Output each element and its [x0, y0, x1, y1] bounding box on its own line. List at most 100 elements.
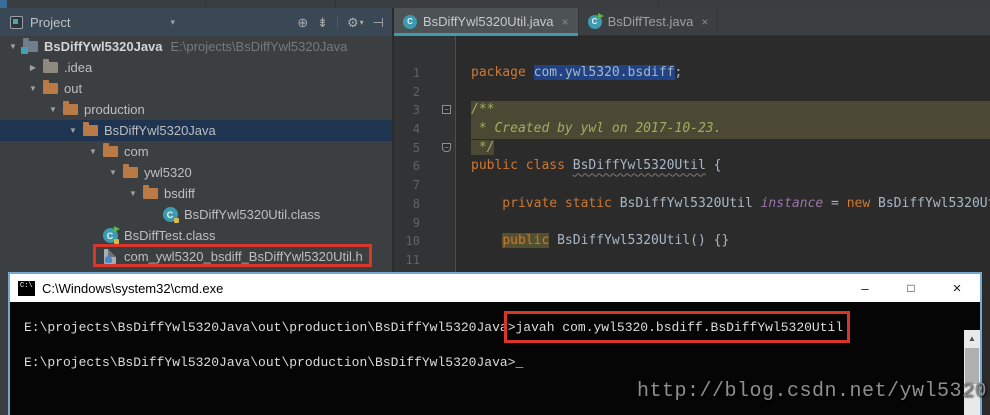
code-line-4: 4 * Created by ywl on 2017-10-23.: [394, 120, 990, 139]
line-number: 7: [412, 178, 420, 193]
highlighted-word: public: [502, 233, 550, 249]
tree-item-bsdiffywl5320java-selected[interactable]: ▼ BsDiffYwl5320Java: [0, 120, 392, 141]
minimize-button[interactable]: –: [842, 274, 888, 302]
cmd-prompt-line: E:\projects\BsDiffYwl5320Java\out\produc…: [24, 355, 524, 370]
tree-item-label: .idea: [64, 60, 93, 75]
terminal-cursor: _: [515, 355, 524, 370]
tree-item-production[interactable]: ▼ production: [0, 99, 392, 120]
runnable-class-file-icon: C: [587, 12, 604, 29]
editor-tab-bar: C BsDiffYwl5320Util.java × C BsDiffTest.…: [394, 8, 990, 36]
tree-item-out[interactable]: ▼ out: [0, 78, 392, 99]
tree-item-ywl5320[interactable]: ▼ ywl5320: [0, 162, 392, 183]
toolbar-separator: [205, 0, 206, 8]
folder-icon: [42, 59, 58, 73]
header-file-icon: [104, 249, 116, 264]
cmd-app-icon: C:\: [18, 280, 35, 296]
code-line-5: 5 − */: [394, 139, 990, 158]
expand-arrow-icon[interactable]: ▼: [124, 189, 142, 198]
line-number: 1: [412, 66, 420, 80]
collapse-all-icon[interactable]: ⇟: [317, 16, 328, 29]
tree-item-label: bsdiff: [164, 186, 195, 201]
close-button[interactable]: ×: [934, 274, 980, 302]
scroll-up-icon[interactable]: ▲: [964, 330, 980, 346]
tree-item-label: BsDiffYwl5320Java: [44, 39, 163, 54]
project-root-folder-icon: [20, 38, 38, 54]
expand-arrow-icon[interactable]: ▼: [104, 168, 122, 177]
collapse-arrow-icon[interactable]: ▶: [24, 63, 42, 72]
tree-item-label: BsDiffYwl5320Util.class: [184, 207, 321, 222]
code-line-2: 2: [394, 83, 990, 102]
tree-item-com[interactable]: ▼ com: [0, 141, 392, 162]
hide-panel-icon[interactable]: ⊣: [373, 16, 384, 29]
tree-item-path: E:\projects\BsDiffYwl5320Java: [170, 39, 348, 54]
line-number: 8: [412, 196, 420, 211]
watermark-text: http://blog.csdn.net/ywl5320: [636, 380, 987, 403]
scrollbar-thumb[interactable]: [965, 348, 979, 384]
project-view-icon: [10, 15, 23, 29]
selected-text: com.ywl5320.bsdiff: [533, 65, 675, 80]
tree-item-label: BsDiffYwl5320Java: [104, 123, 216, 138]
cmd-output-line: E:\projects\BsDiffYwl5320Java\out\produc…: [24, 320, 844, 335]
code-line-6: 6 public class BsDiffYwl5320Util {: [394, 157, 990, 176]
line-number: 5: [412, 140, 420, 155]
folder-icon: [102, 143, 118, 157]
ide-top-toolbar-strip: [0, 0, 990, 8]
tree-item-label: production: [84, 102, 145, 117]
line-number: 11: [405, 252, 420, 267]
class-file-icon: C: [403, 14, 417, 29]
project-panel-title: Project: [30, 14, 71, 30]
tab-label: BsDiffYwl5320Util.java: [423, 14, 554, 29]
settings-gear-button[interactable]: ⚙ ▾: [347, 16, 364, 29]
code-line-8: 8 private static BsDiffYwl5320Util insta…: [394, 195, 990, 214]
line-number: 4: [412, 122, 420, 137]
cmd-title-bar[interactable]: C:\ C:\Windows\system32\cmd.exe – □ ×: [10, 274, 980, 302]
tab-label: BsDiffTest.java: [607, 14, 694, 29]
expand-arrow-icon[interactable]: ▼: [64, 126, 82, 135]
folder-icon: [142, 185, 158, 199]
project-view-chevron-icon[interactable]: ▾: [170, 17, 175, 28]
tree-item-label: ywl5320: [144, 165, 192, 180]
tree-item-label: com: [124, 144, 149, 159]
tab-close-icon[interactable]: ×: [562, 15, 569, 29]
tab-bsdifftest-java[interactable]: C BsDiffTest.java ×: [579, 8, 719, 35]
fold-start-icon[interactable]: −: [442, 105, 451, 115]
tab-close-icon[interactable]: ×: [701, 15, 708, 29]
folder-icon: [42, 80, 58, 94]
runnable-class-file-icon: C: [102, 226, 120, 244]
folder-icon: [82, 122, 98, 136]
tree-item-idea[interactable]: ▶ .idea: [0, 57, 392, 78]
line-number: 10: [405, 234, 420, 249]
fold-end-icon[interactable]: −: [442, 142, 451, 152]
ide-screenshot-root: Project ▾ ⊕ ⇟ ⚙ ▾ ⊣ ▼ BsDiffYwl5320Java …: [0, 0, 990, 415]
tree-item-label: out: [64, 81, 83, 96]
tree-item-util-class[interactable]: C BsDiffYwl5320Util.class: [0, 204, 392, 225]
tree-item-bsdifftest-class[interactable]: C BsDiffTest.class: [0, 225, 392, 246]
code-line-1: 1 package com.ywl5320.bsdiff;: [394, 64, 990, 83]
tree-item-project-root[interactable]: ▼ BsDiffYwl5320Java E:\projects\BsDiffYw…: [0, 36, 392, 57]
annotation-red-box: >javah com.ywl5320.bsdiff.BsDiffYwl5320U…: [507, 320, 844, 335]
gear-chevron-icon: ▾: [359, 17, 364, 27]
folder-icon: [122, 164, 138, 178]
code-line-10: 10 public BsDiffYwl5320Util() {}: [394, 232, 990, 251]
maximize-button[interactable]: □: [888, 274, 934, 302]
class-file-icon: C: [162, 207, 179, 223]
code-line-3: 3 − /**: [394, 101, 990, 121]
tab-bsdiffywl5320util-java[interactable]: C BsDiffYwl5320Util.java ×: [394, 8, 579, 36]
tree-item-label: BsDiffTest.class: [124, 228, 216, 243]
toolbar-separator: [658, 0, 659, 8]
code-editor-text[interactable]: 1 package com.ywl5320.bsdiff; 2 3 − /** …: [394, 64, 990, 270]
locate-file-icon[interactable]: ⊕: [297, 16, 308, 29]
tree-item-bsdiff[interactable]: ▼ bsdiff: [0, 183, 392, 204]
tree-item-header-file[interactable]: com_ywl5320_bsdiff_BsDiffYwl5320Util.h: [0, 244, 392, 267]
expand-arrow-icon[interactable]: ▼: [44, 105, 62, 114]
project-panel-header[interactable]: Project ▾ ⊕ ⇟ ⚙ ▾ ⊣: [0, 8, 392, 36]
code-line-9: 9: [394, 214, 990, 233]
expand-arrow-icon[interactable]: ▼: [84, 147, 102, 156]
expand-arrow-icon[interactable]: ▼: [4, 42, 22, 51]
toolbar-fragment: [0, 0, 7, 8]
expand-arrow-icon[interactable]: ▼: [24, 84, 42, 93]
line-number: 3: [412, 103, 420, 118]
gear-icon: ⚙: [347, 14, 359, 30]
line-number: 9: [412, 215, 420, 230]
toolbar-separator: [337, 15, 338, 29]
